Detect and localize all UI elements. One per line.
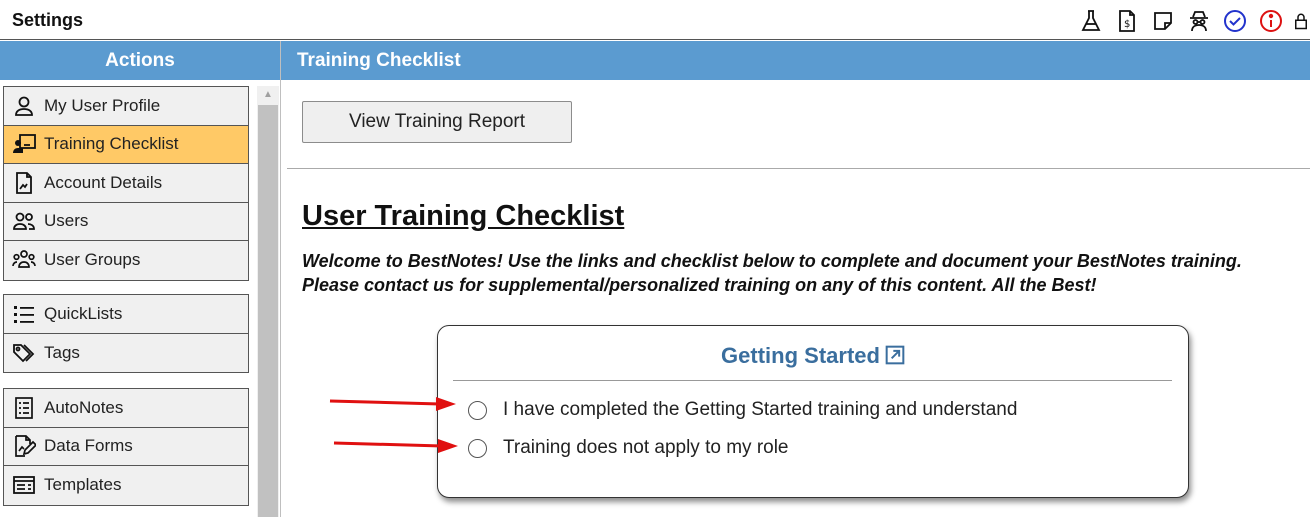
sidebar-item-my-user-profile[interactable]: My User Profile [4,87,248,126]
sidebar-scrollbar[interactable]: ▲ [257,86,279,517]
sidebar-item-label: AutoNotes [44,397,124,417]
check-circle-icon[interactable] [1220,6,1250,36]
sidebar-item-label: Data Forms [44,436,133,456]
sidebar-item-label: Templates [44,475,122,495]
sidebar-item-data-forms[interactable]: Data Forms [4,427,248,466]
flask-icon[interactable] [1076,6,1106,36]
sidebar-item-users[interactable]: Users [4,202,248,241]
red-arrow-icon [329,397,456,411]
completed-radio[interactable] [468,400,487,420]
sidebar-item-label: User Groups [44,250,141,270]
not-applicable-radio[interactable] [468,438,487,458]
card-divider [453,380,1172,381]
user-groups-icon [4,241,44,280]
sidebar-item-label: Users [44,211,89,231]
sidebar-item-label: Tags [44,342,80,362]
option-label: Training does not apply to my role [503,437,789,458]
template-icon [4,466,44,505]
scroll-up-arrow-icon[interactable]: ▲ [257,86,279,103]
info-circle-icon[interactable] [1256,6,1286,36]
tags-icon [4,334,44,373]
welcome-text: Welcome to BestNotes! Use the links and … [302,251,1242,295]
sidebar-item-tags[interactable]: Tags [4,333,248,373]
option-completed[interactable]: I have completed the Getting Started tra… [468,399,1017,421]
checklist-doc-icon [4,389,44,427]
list-icon [4,295,44,333]
option-label: I have completed the Getting Started tra… [503,399,1018,420]
actions-header: Actions [0,41,280,80]
option-not-applicable[interactable]: Training does not apply to my role [468,437,789,459]
top-icon-bar: $ [1076,6,1310,36]
sidebar-item-autonotes[interactable]: AutoNotes [4,389,248,428]
menu-group-forms: AutoNotes Data Forms Templates [3,388,249,506]
section-header: Training Checklist [281,41,1310,80]
sidebar-item-label: My User Profile [44,95,161,115]
sidebar-item-templates[interactable]: Templates [4,466,248,505]
document-icon [4,164,44,202]
svg-text:$: $ [1124,19,1130,30]
spy-icon[interactable] [1184,6,1214,36]
sidebar-item-user-groups[interactable]: User Groups [4,241,248,280]
scroll-thumb[interactable] [258,105,278,517]
red-arrow-icon [333,439,458,453]
form-edit-icon [4,428,44,466]
page-title: User Training Checklist [302,200,625,232]
sidebar-item-label: Account Details [44,172,163,192]
sticky-note-icon[interactable] [1148,6,1178,36]
user-icon [4,87,44,125]
card-title: Getting Started [438,343,1188,371]
lock-icon[interactable] [1292,6,1310,36]
external-link-icon[interactable] [885,345,905,371]
card-title-link[interactable]: Getting Started [721,343,880,368]
sidebar: My User Profile Training Checklist Accou… [0,80,280,517]
getting-started-card: Getting Started I have completed the Get… [437,325,1189,498]
users-icon [4,203,44,241]
top-bar: Settings $ [0,0,1310,40]
sidebar-item-training-checklist[interactable]: Training Checklist [4,125,248,164]
view-training-report-button[interactable]: View Training Report [302,101,572,143]
sidebar-item-quicklists[interactable]: QuickLists [4,295,248,334]
training-board-icon [4,126,44,164]
sidebar-item-label: Training Checklist [44,134,179,154]
app-title: Settings [12,10,84,30]
divider [287,168,1310,169]
menu-group-account: My User Profile Training Checklist Accou… [3,86,249,281]
sidebar-item-label: QuickLists [44,303,123,323]
sidebar-item-account-details[interactable]: Account Details [4,164,248,203]
menu-group-lists: QuickLists Tags [3,294,249,373]
invoice-icon[interactable]: $ [1112,6,1142,36]
